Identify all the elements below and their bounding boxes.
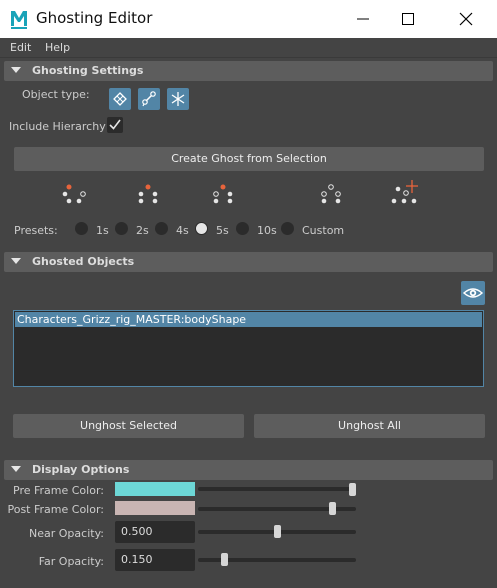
maximize-icon [402, 13, 414, 25]
ghost-post-frames-icon[interactable] [206, 181, 240, 207]
checkmark-icon [109, 119, 121, 130]
collapse-triangle-icon [11, 258, 21, 264]
create-ghost-button[interactable]: Create Ghost from Selection [14, 147, 484, 171]
section-title: Display Options [32, 463, 130, 476]
collapse-triangle-icon [11, 67, 21, 73]
object-type-label: Object type: [22, 88, 90, 101]
preset-10s-label: 10s [257, 224, 277, 237]
pre-frame-color-slider[interactable] [198, 487, 356, 491]
preset-custom-label: Custom [302, 224, 345, 237]
joint-object-icon[interactable] [138, 88, 160, 110]
display-options-header[interactable]: Display Options [4, 460, 493, 480]
preset-4s-label: 4s [176, 224, 189, 237]
ghosting-settings-header[interactable]: Ghosting Settings [4, 61, 493, 81]
near-opacity-slider-handle[interactable] [273, 525, 281, 538]
section-title: Ghosted Objects [32, 255, 135, 268]
title-bar: Ghosting Editor [0, 0, 497, 38]
unghost-selected-button[interactable]: Unghost Selected [13, 414, 244, 438]
preset-5s-radio[interactable] [195, 222, 208, 235]
preset-2s-radio[interactable] [115, 222, 128, 235]
ghosted-objects-header[interactable]: Ghosted Objects [4, 252, 493, 272]
ghost-custom-frames-icon[interactable] [388, 179, 422, 205]
section-title: Ghosting Settings [32, 64, 144, 77]
include-hierarchy-label: Include Hierarchy [9, 120, 106, 133]
far-opacity-slider-handle[interactable] [220, 553, 228, 566]
post-frame-color-label: Post Frame Color: [7, 503, 104, 516]
visibility-toggle-button[interactable] [461, 281, 485, 305]
pre-frame-color-label: Pre Frame Color: [13, 484, 104, 497]
unghost-all-button[interactable]: Unghost All [254, 414, 485, 438]
menu-help[interactable]: Help [45, 41, 70, 54]
locator-object-icon[interactable] [167, 88, 189, 110]
preset-1s-label: 1s [96, 224, 109, 237]
minimize-button[interactable] [340, 0, 386, 38]
include-hierarchy-checkbox[interactable] [107, 117, 123, 133]
near-opacity-label: Near Opacity: [29, 527, 104, 540]
window-title: Ghosting Editor [36, 9, 153, 27]
far-opacity-label: Far Opacity: [38, 555, 104, 568]
close-button[interactable] [443, 0, 489, 38]
maya-logo-icon [9, 8, 29, 30]
preset-5s-label: 5s [216, 224, 229, 237]
maximize-button[interactable] [385, 0, 431, 38]
post-frame-color-slider-handle[interactable] [329, 502, 337, 515]
preset-1s-radio[interactable] [75, 222, 88, 235]
minimize-icon [357, 18, 369, 20]
post-frame-color-swatch[interactable] [115, 501, 195, 515]
ghost-mid-frames-icon[interactable] [131, 181, 165, 207]
preset-10s-radio[interactable] [236, 222, 249, 235]
menu-edit[interactable]: Edit [10, 41, 31, 54]
collapse-triangle-icon [11, 466, 21, 472]
mesh-object-icon[interactable] [109, 88, 131, 110]
eye-icon [462, 288, 484, 298]
preset-custom-radio[interactable] [281, 222, 294, 235]
presets-label: Presets: [14, 224, 58, 237]
close-icon [459, 12, 473, 26]
pre-frame-color-slider-handle[interactable] [349, 483, 356, 496]
near-opacity-field[interactable]: 0.500 [115, 521, 195, 543]
ghost-pre-frames-icon[interactable] [59, 181, 93, 207]
preset-2s-label: 2s [136, 224, 149, 237]
ghosted-objects-list[interactable]: Characters_Grizz_rig_MASTER:bodyShape [13, 310, 484, 387]
list-item[interactable]: Characters_Grizz_rig_MASTER:bodyShape [15, 312, 482, 327]
pre-frame-color-swatch[interactable] [115, 482, 195, 496]
menu-bar: Edit Help [0, 38, 497, 58]
ghost-keys-icon[interactable] [314, 181, 348, 207]
far-opacity-field[interactable]: 0.150 [115, 549, 195, 571]
preset-4s-radio[interactable] [155, 222, 168, 235]
